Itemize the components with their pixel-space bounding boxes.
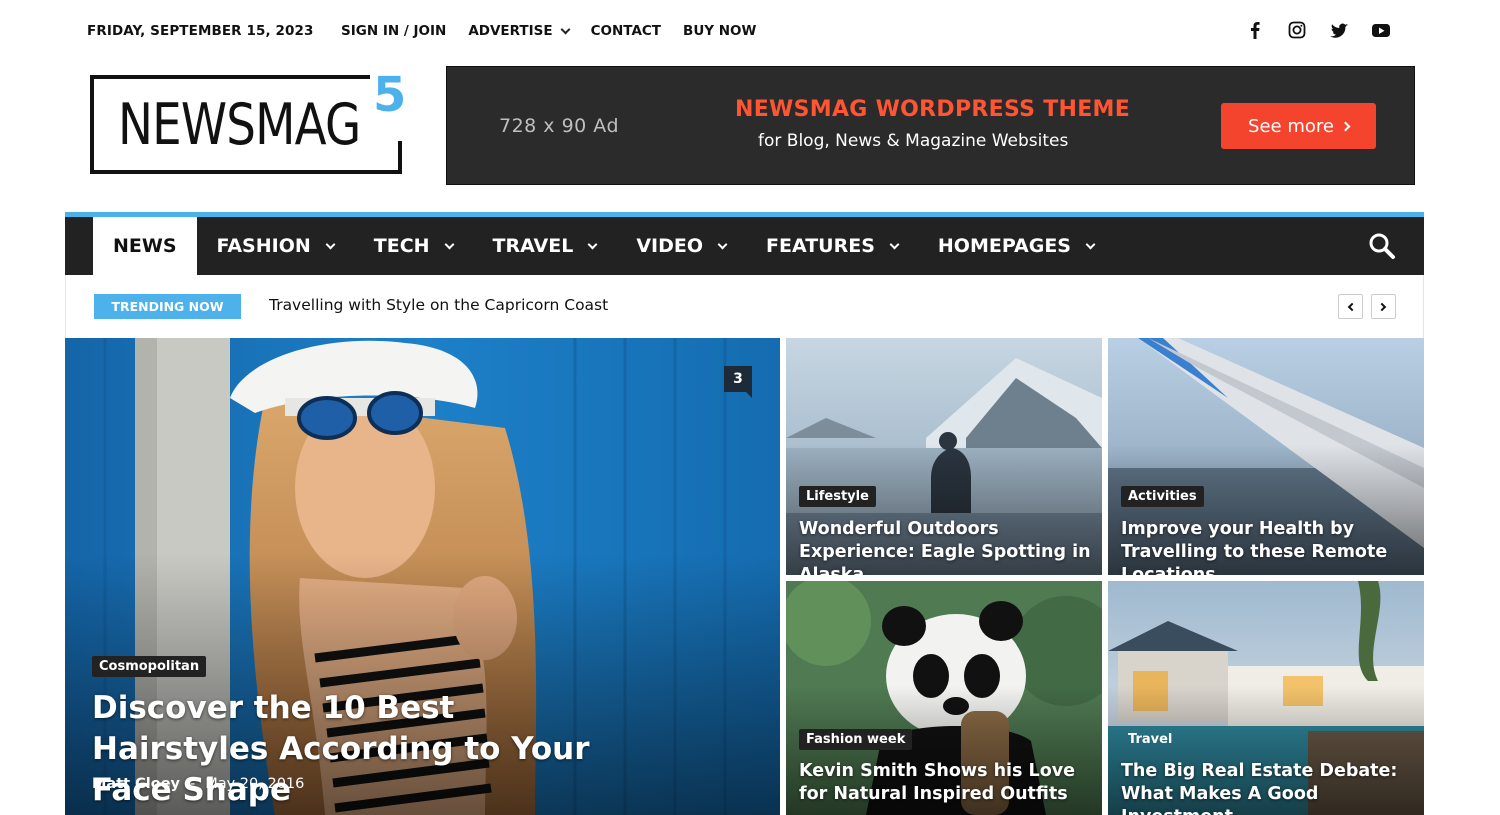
tile-title[interactable]: Kevin Smith Shows his Love for Natural I… <box>799 760 1094 806</box>
ad-banner[interactable]: 728 x 90 Ad NEWSMAG WORDPRESS THEME for … <box>446 66 1415 185</box>
trending-badge: TRENDING NOW <box>94 294 241 319</box>
search-icon[interactable] <box>1367 231 1397 261</box>
advertise-link[interactable]: ADVERTISE <box>468 23 571 39</box>
trending-arrows <box>1338 294 1396 319</box>
tile-category-badge[interactable]: Activities <box>1121 486 1204 507</box>
chevron-down-icon <box>889 239 900 249</box>
top-bar: FRIDAY, SEPTEMBER 15, 2023 SIGN IN / JOI… <box>0 0 1500 64</box>
meta-separator: - <box>189 776 196 792</box>
logo-wordmark: NEWSMAG <box>118 92 361 158</box>
twitter-icon[interactable] <box>1329 18 1349 42</box>
sign-in-join-label: SIGN IN / JOIN <box>341 23 447 39</box>
nav-item-label: HOMEPAGES <box>937 235 1071 257</box>
featured-article[interactable]: Cosmopolitan Discover the 10 Best Hairst… <box>65 338 780 815</box>
nav-item-homepages[interactable]: HOMEPAGES <box>918 217 1114 275</box>
comment-count-badge[interactable]: 3 <box>724 366 752 398</box>
logo-version-number: 5 <box>373 67 407 123</box>
top-links: SIGN IN / JOIN ADVERTISE CONTACT BUY NOW <box>341 23 756 39</box>
nav-item-label: VIDEO <box>636 235 704 257</box>
contact-label: CONTACT <box>590 23 662 39</box>
article-tile[interactable]: Activities Improve your Health by Travel… <box>1108 338 1424 575</box>
chevron-right-icon <box>1377 302 1387 311</box>
ad-title: NEWSMAG WORDPRESS THEME <box>735 97 1131 122</box>
nav-item-label: FEATURES <box>766 235 875 257</box>
current-date: FRIDAY, SEPTEMBER 15, 2023 <box>87 23 314 39</box>
featured-title[interactable]: Discover the 10 Best Hairstyles Accordin… <box>92 688 612 811</box>
chevron-right-icon <box>1340 121 1351 131</box>
nav-item-travel[interactable]: TRAVEL <box>473 217 617 275</box>
nav-item-label: NEWS <box>113 235 177 257</box>
buy-now-link[interactable]: BUY NOW <box>683 23 756 39</box>
nav-item-tech[interactable]: TECH <box>354 217 473 275</box>
nav-item-fashion[interactable]: FASHION <box>197 217 354 275</box>
featured-category-badge[interactable]: Cosmopolitan <box>92 656 207 677</box>
see-more-button[interactable]: See more <box>1221 103 1376 149</box>
main-nav: NEWS FASHION TECH TRAVEL VIDEO FEATURES … <box>65 212 1424 275</box>
tile-category-badge[interactable]: Fashion week <box>799 729 913 750</box>
contact-link[interactable]: CONTACT <box>591 23 661 39</box>
tile-title[interactable]: Improve your Health by Travelling to the… <box>1121 518 1416 575</box>
nav-item-label: TECH <box>373 235 430 257</box>
instagram-icon[interactable] <box>1287 18 1307 42</box>
nav-item-label: TRAVEL <box>492 235 574 257</box>
ad-size-label: 728 x 90 Ad <box>499 115 620 137</box>
site-logo[interactable]: NEWSMAG 5 <box>90 67 410 177</box>
article-tile[interactable]: Travel The Big Real Estate Debate: What … <box>1108 581 1424 815</box>
tile-category-badge[interactable]: Lifestyle <box>799 486 876 507</box>
main-nav-list: NEWS FASHION TECH TRAVEL VIDEO FEATURES … <box>93 217 1114 275</box>
trending-prev-button[interactable] <box>1338 294 1363 319</box>
facebook-icon[interactable] <box>1245 18 1265 42</box>
featured-meta: Matt Cloey - May 20, 2016 <box>92 776 304 792</box>
tile-category-badge[interactable]: Travel <box>1121 729 1179 750</box>
trending-headline[interactable]: Travelling with Style on the Capricorn C… <box>269 296 608 314</box>
trending-bar: TRENDING NOW Travelling with Style on th… <box>65 275 1424 338</box>
article-tile[interactable]: Fashion week Kevin Smith Shows his Love … <box>786 581 1102 815</box>
nav-item-video[interactable]: VIDEO <box>616 217 746 275</box>
advertise-label: ADVERTISE <box>468 23 553 39</box>
chevron-left-icon <box>1347 302 1357 311</box>
chevron-down-icon <box>560 24 571 34</box>
see-more-label: See more <box>1248 115 1334 137</box>
trending-next-button[interactable] <box>1371 294 1396 319</box>
featured-author[interactable]: Matt Cloey <box>92 776 180 792</box>
youtube-icon[interactable] <box>1371 18 1391 42</box>
chevron-down-icon <box>325 239 336 249</box>
nav-item-label: FASHION <box>216 235 311 257</box>
article-tile[interactable]: Lifestyle Wonderful Outdoors Experience:… <box>786 338 1102 575</box>
chevron-down-icon <box>717 239 728 249</box>
featured-date: May 20, 2016 <box>205 776 305 792</box>
buy-now-label: BUY NOW <box>683 23 757 39</box>
social-links <box>1245 18 1391 42</box>
nav-item-features[interactable]: FEATURES <box>746 217 918 275</box>
chevron-down-icon <box>587 239 598 249</box>
chevron-down-icon <box>1085 239 1096 249</box>
chevron-down-icon <box>444 239 454 249</box>
tile-title[interactable]: The Big Real Estate Debate: What Makes A… <box>1121 760 1416 815</box>
nav-item-news[interactable]: NEWS <box>93 217 197 275</box>
sign-in-join-link[interactable]: SIGN IN / JOIN <box>341 23 446 39</box>
ad-subtitle: for Blog, News & Magazine Websites <box>758 131 1069 151</box>
tile-title[interactable]: Wonderful Outdoors Experience: Eagle Spo… <box>799 518 1094 575</box>
